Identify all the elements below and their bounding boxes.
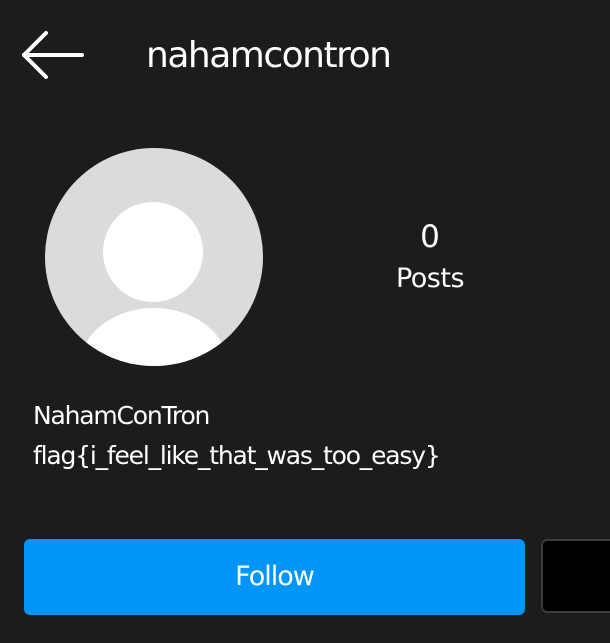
profile-bio: NahamConTron flag{i_feel_like_that_was_t… — [33, 398, 593, 474]
top-bar: nahamcontron — [0, 0, 610, 110]
back-button[interactable] — [18, 28, 88, 82]
message-button[interactable] — [541, 539, 610, 613]
avatar-body-shape — [79, 308, 229, 366]
arrow-left-icon — [18, 28, 88, 82]
bio-text: flag{i_feel_like_that_was_too_easy} — [33, 441, 441, 470]
profile-username-title: nahamcontron — [146, 35, 392, 76]
display-name: NahamConTron — [33, 401, 210, 430]
follow-button[interactable]: Follow — [24, 539, 525, 615]
avatar[interactable] — [45, 148, 263, 366]
posts-label: Posts — [395, 263, 465, 294]
posts-count: 0 — [420, 219, 440, 255]
avatar-head-shape — [103, 202, 203, 302]
posts-stat[interactable]: 0 Posts — [370, 215, 490, 299]
